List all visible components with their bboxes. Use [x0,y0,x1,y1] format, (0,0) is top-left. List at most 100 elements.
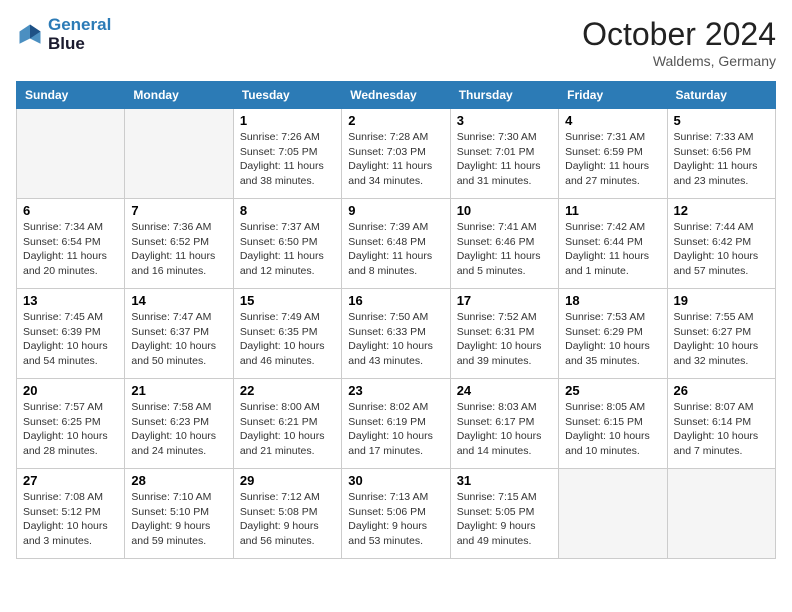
calendar-cell: 20 Sunrise: 7:57 AM Sunset: 6:25 PM Dayli… [17,379,125,469]
calendar-cell: 10 Sunrise: 7:41 AM Sunset: 6:46 PM Dayli… [450,199,558,289]
calendar-cell: 21 Sunrise: 7:58 AM Sunset: 6:23 PM Dayli… [125,379,233,469]
column-header-tuesday: Tuesday [233,82,341,109]
day-number: 9 [348,203,443,218]
day-info: Sunrise: 7:47 AM Sunset: 6:37 PM Dayligh… [131,310,226,369]
day-info: Sunrise: 7:34 AM Sunset: 6:54 PM Dayligh… [23,220,118,279]
calendar-cell: 1 Sunrise: 7:26 AM Sunset: 7:05 PM Daylig… [233,109,341,199]
calendar-cell: 14 Sunrise: 7:47 AM Sunset: 6:37 PM Dayli… [125,289,233,379]
day-number: 14 [131,293,226,308]
logo-text: General Blue [48,16,111,53]
week-row-5: 27 Sunrise: 7:08 AM Sunset: 5:12 PM Dayli… [17,469,776,559]
calendar-cell: 3 Sunrise: 7:30 AM Sunset: 7:01 PM Daylig… [450,109,558,199]
day-number: 17 [457,293,552,308]
column-header-wednesday: Wednesday [342,82,450,109]
day-info: Sunrise: 7:55 AM Sunset: 6:27 PM Dayligh… [674,310,769,369]
day-number: 26 [674,383,769,398]
logo-icon [16,21,44,49]
calendar-cell: 9 Sunrise: 7:39 AM Sunset: 6:48 PM Daylig… [342,199,450,289]
day-info: Sunrise: 7:45 AM Sunset: 6:39 PM Dayligh… [23,310,118,369]
day-info: Sunrise: 7:37 AM Sunset: 6:50 PM Dayligh… [240,220,335,279]
day-number: 31 [457,473,552,488]
day-number: 1 [240,113,335,128]
day-number: 20 [23,383,118,398]
calendar-cell: 7 Sunrise: 7:36 AM Sunset: 6:52 PM Daylig… [125,199,233,289]
day-number: 30 [348,473,443,488]
day-number: 28 [131,473,226,488]
day-info: Sunrise: 7:30 AM Sunset: 7:01 PM Dayligh… [457,130,552,189]
day-number: 12 [674,203,769,218]
week-row-3: 13 Sunrise: 7:45 AM Sunset: 6:39 PM Dayli… [17,289,776,379]
calendar-cell: 13 Sunrise: 7:45 AM Sunset: 6:39 PM Dayli… [17,289,125,379]
day-info: Sunrise: 7:49 AM Sunset: 6:35 PM Dayligh… [240,310,335,369]
day-info: Sunrise: 7:39 AM Sunset: 6:48 PM Dayligh… [348,220,443,279]
column-header-monday: Monday [125,82,233,109]
day-number: 15 [240,293,335,308]
day-number: 11 [565,203,660,218]
calendar-cell: 17Sunrise: 7:52 AM Sunset: 6:31 PM Dayli… [450,289,558,379]
logo: General Blue [16,16,111,53]
day-info: Sunrise: 8:00 AM Sunset: 6:21 PM Dayligh… [240,400,335,459]
calendar-cell: 6 Sunrise: 7:34 AM Sunset: 6:54 PM Daylig… [17,199,125,289]
calendar-cell: 22Sunrise: 8:00 AM Sunset: 6:21 PM Dayli… [233,379,341,469]
calendar-table: SundayMondayTuesdayWednesdayThursdayFrid… [16,81,776,559]
calendar-cell: 11 Sunrise: 7:42 AM Sunset: 6:44 PM Dayli… [559,199,667,289]
column-header-saturday: Saturday [667,82,775,109]
calendar-cell: 5 Sunrise: 7:33 AM Sunset: 6:56 PM Daylig… [667,109,775,199]
day-info: Sunrise: 7:50 AM Sunset: 6:33 PM Dayligh… [348,310,443,369]
calendar-cell: 25Sunrise: 8:05 AM Sunset: 6:15 PM Dayli… [559,379,667,469]
calendar-cell [559,469,667,559]
column-header-sunday: Sunday [17,82,125,109]
day-number: 3 [457,113,552,128]
location: Waldems, Germany [582,53,776,69]
calendar-cell: 12 Sunrise: 7:44 AM Sunset: 6:42 PM Dayli… [667,199,775,289]
calendar-cell: 31Sunrise: 7:15 AM Sunset: 5:05 PM Dayli… [450,469,558,559]
day-number: 6 [23,203,118,218]
calendar-cell: 23Sunrise: 8:02 AM Sunset: 6:19 PM Dayli… [342,379,450,469]
day-number: 24 [457,383,552,398]
day-number: 8 [240,203,335,218]
calendar-cell: 16 Sunrise: 7:50 AM Sunset: 6:33 PM Dayli… [342,289,450,379]
day-info: Sunrise: 7:12 AM Sunset: 5:08 PM Dayligh… [240,490,335,549]
calendar-cell: 2Sunrise: 7:28 AM Sunset: 7:03 PM Daylig… [342,109,450,199]
day-info: Sunrise: 7:10 AM Sunset: 5:10 PM Dayligh… [131,490,226,549]
day-info: Sunrise: 7:33 AM Sunset: 6:56 PM Dayligh… [674,130,769,189]
day-info: Sunrise: 7:08 AM Sunset: 5:12 PM Dayligh… [23,490,118,549]
calendar-cell [17,109,125,199]
day-info: Sunrise: 7:13 AM Sunset: 5:06 PM Dayligh… [348,490,443,549]
calendar-cell: 8 Sunrise: 7:37 AM Sunset: 6:50 PM Daylig… [233,199,341,289]
calendar-cell: 29 Sunrise: 7:12 AM Sunset: 5:08 PM Dayli… [233,469,341,559]
column-header-thursday: Thursday [450,82,558,109]
day-number: 27 [23,473,118,488]
week-row-1: 1 Sunrise: 7:26 AM Sunset: 7:05 PM Daylig… [17,109,776,199]
day-info: Sunrise: 7:41 AM Sunset: 6:46 PM Dayligh… [457,220,552,279]
day-info: Sunrise: 8:05 AM Sunset: 6:15 PM Dayligh… [565,400,660,459]
day-number: 10 [457,203,552,218]
day-info: Sunrise: 7:57 AM Sunset: 6:25 PM Dayligh… [23,400,118,459]
calendar-cell: 4 Sunrise: 7:31 AM Sunset: 6:59 PM Daylig… [559,109,667,199]
day-number: 21 [131,383,226,398]
day-number: 7 [131,203,226,218]
day-number: 4 [565,113,660,128]
calendar-cell: 24 Sunrise: 8:03 AM Sunset: 6:17 PM Dayli… [450,379,558,469]
day-info: Sunrise: 7:26 AM Sunset: 7:05 PM Dayligh… [240,130,335,189]
day-info: Sunrise: 7:36 AM Sunset: 6:52 PM Dayligh… [131,220,226,279]
calendar-cell [125,109,233,199]
day-info: Sunrise: 7:31 AM Sunset: 6:59 PM Dayligh… [565,130,660,189]
column-header-friday: Friday [559,82,667,109]
day-info: Sunrise: 7:42 AM Sunset: 6:44 PM Dayligh… [565,220,660,279]
day-info: Sunrise: 7:28 AM Sunset: 7:03 PM Dayligh… [348,130,443,189]
day-number: 18 [565,293,660,308]
day-info: Sunrise: 8:07 AM Sunset: 6:14 PM Dayligh… [674,400,769,459]
calendar-cell: 19Sunrise: 7:55 AM Sunset: 6:27 PM Dayli… [667,289,775,379]
day-number: 13 [23,293,118,308]
day-info: Sunrise: 7:44 AM Sunset: 6:42 PM Dayligh… [674,220,769,279]
day-info: Sunrise: 7:58 AM Sunset: 6:23 PM Dayligh… [131,400,226,459]
day-info: Sunrise: 7:53 AM Sunset: 6:29 PM Dayligh… [565,310,660,369]
week-row-2: 6 Sunrise: 7:34 AM Sunset: 6:54 PM Daylig… [17,199,776,289]
day-number: 16 [348,293,443,308]
day-number: 5 [674,113,769,128]
day-info: Sunrise: 8:03 AM Sunset: 6:17 PM Dayligh… [457,400,552,459]
calendar-cell: 30 Sunrise: 7:13 AM Sunset: 5:06 PM Dayli… [342,469,450,559]
day-number: 29 [240,473,335,488]
calendar-cell: 28 Sunrise: 7:10 AM Sunset: 5:10 PM Dayli… [125,469,233,559]
